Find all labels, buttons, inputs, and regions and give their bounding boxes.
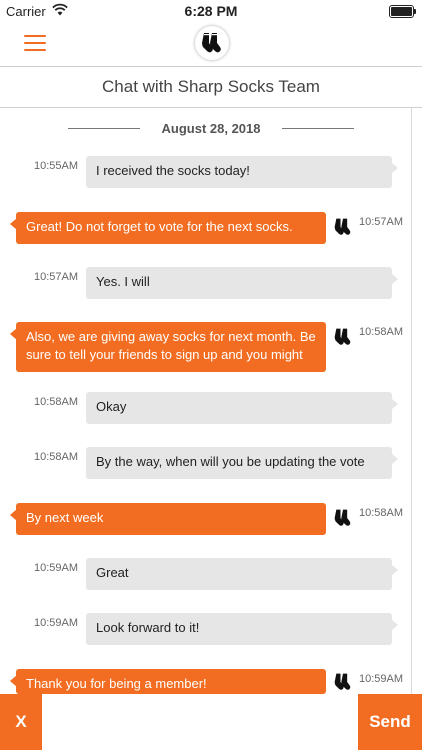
socks-avatar-icon <box>333 327 353 347</box>
send-button[interactable]: Send <box>358 694 422 750</box>
socks-avatar-icon <box>333 508 353 528</box>
scrollbar[interactable] <box>411 108 422 694</box>
message-composer: X Send <box>0 694 422 750</box>
incoming-message-bubble: By the way, when will you be updating th… <box>86 447 398 479</box>
socks-avatar-icon <box>333 672 353 692</box>
message-time: 10:59AM <box>34 562 79 574</box>
message-time: 10:58AM <box>34 396 79 408</box>
navigation-bar <box>0 22 422 67</box>
status-bar: Carrier 6:28 PM <box>0 0 422 22</box>
socks-avatar-icon <box>333 217 353 237</box>
message-time: 10:59AM <box>359 673 404 685</box>
outgoing-message-bubble: Thank you for being a member! <box>10 669 326 694</box>
clock-time: 6:28 PM <box>184 3 238 19</box>
message-input[interactable] <box>42 694 358 750</box>
message-time: 10:58AM <box>34 451 79 463</box>
outgoing-message-bubble: Great! Do not forget to vote for the nex… <box>10 212 326 244</box>
cancel-button[interactable]: X <box>0 694 42 750</box>
message-time: 10:59AM <box>34 617 79 629</box>
incoming-message-bubble: Great <box>86 558 398 590</box>
message-time: 10:58AM <box>359 507 404 519</box>
message-time: 10:55AM <box>34 160 79 172</box>
message-time: 10:57AM <box>359 216 404 228</box>
incoming-message-bubble: I received the socks today! <box>86 156 398 188</box>
hamburger-menu-icon[interactable] <box>24 33 48 53</box>
message-time: 10:58AM <box>359 326 404 338</box>
incoming-message-bubble: Okay <box>86 392 398 424</box>
divider-line <box>282 128 354 129</box>
outgoing-message-bubble: By next week <box>10 503 326 535</box>
chat-title: Chat with Sharp Socks Team <box>0 67 422 108</box>
date-label: August 28, 2018 <box>161 121 261 136</box>
incoming-message-bubble: Yes. I will <box>86 267 398 299</box>
incoming-message-bubble: Look forward to it! <box>86 613 398 645</box>
message-time: 10:57AM <box>34 271 79 283</box>
battery-icon <box>389 5 416 18</box>
date-separator: August 28, 2018 <box>0 120 422 138</box>
socks-logo-icon <box>195 26 229 60</box>
outgoing-message-bubble: Also, we are giving away socks for next … <box>10 322 326 372</box>
